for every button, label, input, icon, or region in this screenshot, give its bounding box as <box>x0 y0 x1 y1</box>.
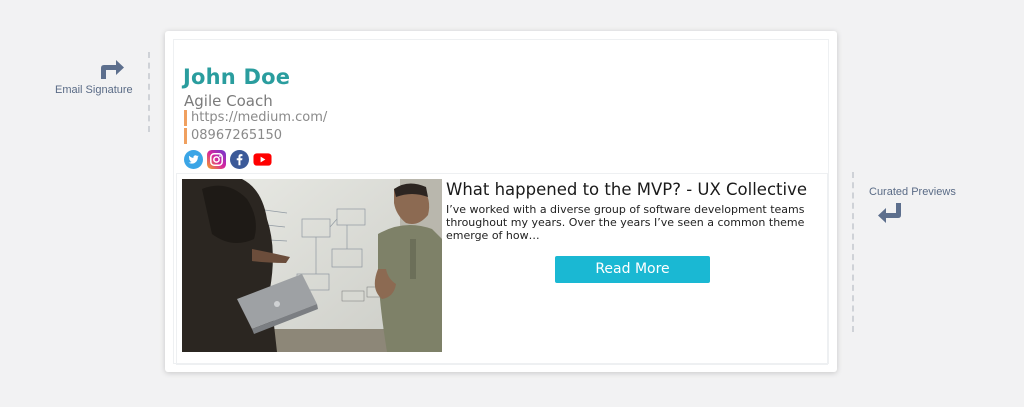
twitter-icon[interactable] <box>184 150 203 169</box>
divider-right <box>852 172 854 332</box>
preview-description: I’ve worked with a diverse group of soft… <box>446 203 805 242</box>
turn-right-arrow-icon <box>101 60 124 79</box>
email-signature-annotation: Email Signature <box>48 58 148 138</box>
facebook-icon[interactable] <box>230 150 249 169</box>
read-more-button[interactable]: Read More <box>555 256 710 283</box>
card-inner: John Doe Agile Coach https://medium.com/… <box>173 39 829 365</box>
return-left-arrow-icon <box>878 203 901 223</box>
email-signature-label: Email Signature <box>55 84 133 96</box>
preview-title[interactable]: What happened to the MVP? - UX Collectiv… <box>446 180 807 199</box>
signature-name: John Doe <box>183 65 291 89</box>
divider-left <box>148 52 150 132</box>
signature-title: Agile Coach <box>184 92 273 110</box>
article-preview-image[interactable] <box>182 179 442 352</box>
email-signature-card: John Doe Agile Coach https://medium.com/… <box>165 31 837 372</box>
instagram-icon[interactable] <box>207 150 226 169</box>
signature-phone: 08967265150 <box>184 128 282 144</box>
signature-url[interactable]: https://medium.com/ <box>184 110 327 126</box>
social-links <box>184 150 272 170</box>
curated-previews-annotation: Curated Previews <box>862 184 982 234</box>
curated-previews-label: Curated Previews <box>869 186 956 198</box>
youtube-icon[interactable] <box>253 150 272 169</box>
curated-preview: What happened to the MVP? - UX Collectiv… <box>176 173 828 365</box>
